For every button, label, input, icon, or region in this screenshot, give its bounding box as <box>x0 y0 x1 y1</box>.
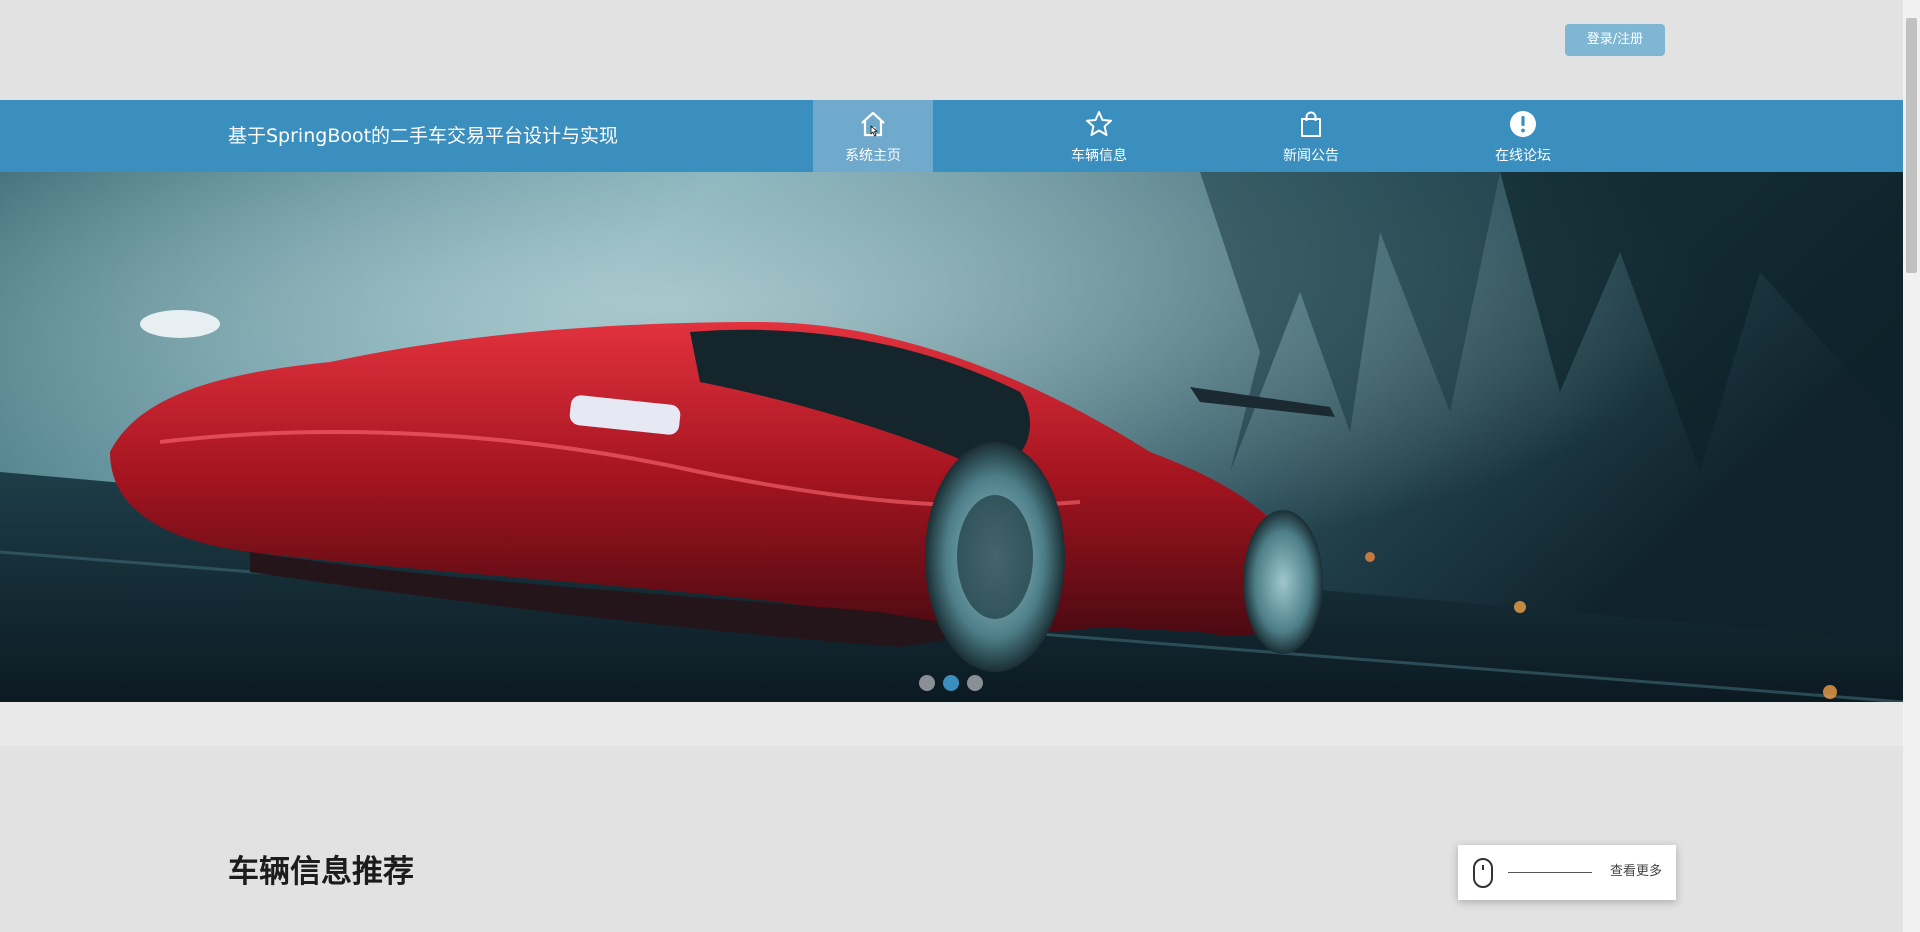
red-sports-car-image <box>0 172 1903 702</box>
shopping-bag-icon <box>1301 111 1321 137</box>
scrollbar-thumb[interactable] <box>1906 18 1917 273</box>
nav-item-news[interactable]: 新闻公告 <box>1251 100 1371 172</box>
nav-item-forum[interactable]: 在线论坛 <box>1463 100 1583 172</box>
view-more-divider <box>1508 872 1592 873</box>
exclamation-circle-icon <box>1510 111 1536 137</box>
home-icon <box>861 111 885 137</box>
mouse-icon <box>1473 858 1493 888</box>
star-icon <box>1086 111 1112 136</box>
login-register-button[interactable]: 登录/注册 <box>1565 24 1665 56</box>
carousel-dot-3[interactable] <box>967 675 983 691</box>
view-more-label: 查看更多 <box>1610 864 1663 879</box>
nav-label-home: 系统主页 <box>845 148 901 164</box>
divider-band <box>0 702 1903 746</box>
page: 登录/注册 基于SpringBoot的二手车交易平台设计与实现 系统主页 车辆信… <box>0 0 1920 932</box>
page-scrollbar[interactable] <box>1903 0 1920 932</box>
section-title: 车辆信息推荐 <box>228 854 414 890</box>
nav-label-news: 新闻公告 <box>1283 148 1339 164</box>
nav-item-vehicles[interactable]: 车辆信息 <box>1039 100 1159 172</box>
top-bar: 登录/注册 <box>0 0 1903 100</box>
nav-label-forum: 在线论坛 <box>1495 148 1551 164</box>
site-title: 基于SpringBoot的二手车交易平台设计与实现 <box>228 125 619 147</box>
view-more-button[interactable]: 查看更多 <box>1458 845 1676 900</box>
nav-item-home[interactable]: 系统主页 <box>813 100 933 172</box>
carousel-dot-1[interactable] <box>919 675 935 691</box>
banner-carousel[interactable] <box>0 172 1903 702</box>
carousel-dot-2[interactable] <box>943 675 959 691</box>
main-navbar: 基于SpringBoot的二手车交易平台设计与实现 系统主页 车辆信息 新闻公告 <box>0 100 1903 172</box>
nav-label-vehicles: 车辆信息 <box>1071 148 1127 164</box>
